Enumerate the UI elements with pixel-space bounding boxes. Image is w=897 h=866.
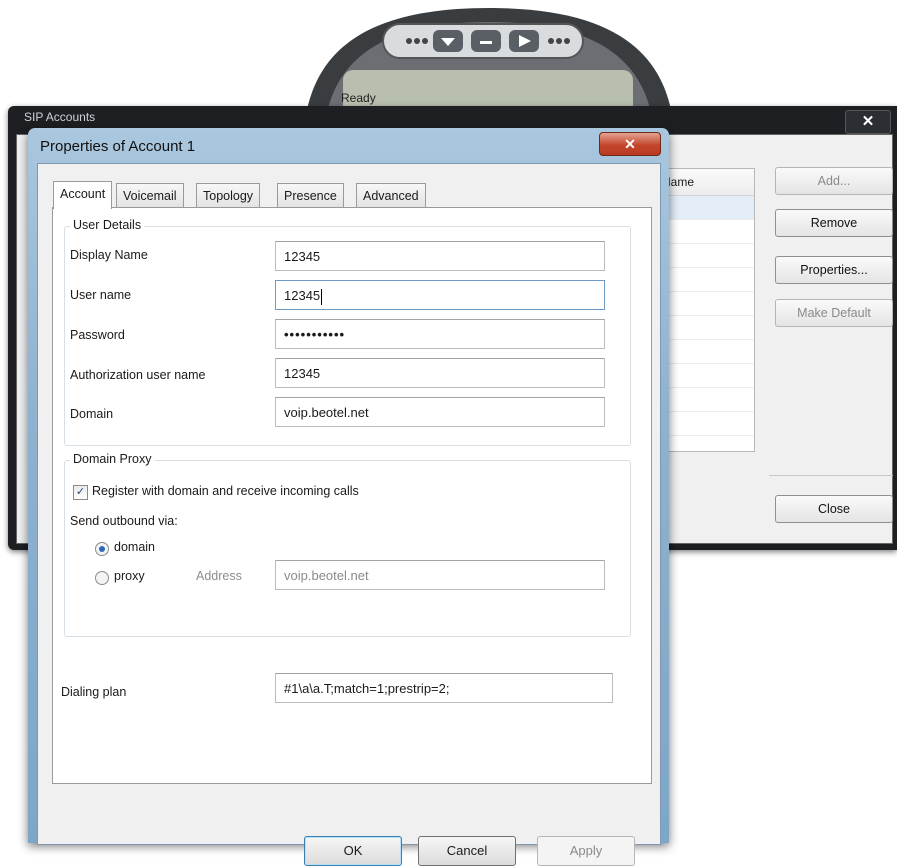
password-label: Password xyxy=(70,328,125,342)
dialog-title: Properties of Account 1 xyxy=(40,138,196,155)
auth-user-label: Authorization user name xyxy=(70,368,206,382)
domain-radio-label[interactable]: domain xyxy=(114,540,155,554)
user-details-label: User Details xyxy=(70,218,145,232)
domain-field[interactable]: voip.beotel.net xyxy=(275,397,605,427)
send-via-label: Send outbound via: xyxy=(70,514,178,528)
phone-button-1[interactable] xyxy=(433,30,463,52)
user-name-label: User name xyxy=(70,288,132,302)
text-caret xyxy=(321,288,323,305)
phone-button-2[interactable] xyxy=(471,30,501,52)
account-tab-panel: User Details Display Name 12345 User nam… xyxy=(52,207,652,784)
phone-button-3[interactable] xyxy=(509,30,539,52)
dialog-client: Account Voicemail Topology Presence Adva… xyxy=(37,163,661,866)
proxy-radio-label[interactable]: proxy xyxy=(114,569,145,583)
display-name-field[interactable]: 12345 xyxy=(275,241,605,271)
tab-presence[interactable]: Presence xyxy=(277,183,344,208)
tab-account[interactable]: Account xyxy=(53,181,113,209)
add-button[interactable]: Add... xyxy=(775,167,893,195)
properties-button[interactable]: Properties... xyxy=(775,256,893,284)
dialing-plan-label: Dialing plan xyxy=(61,685,127,699)
proxy-radio[interactable] xyxy=(95,571,109,585)
domain-label: Domain xyxy=(70,407,114,421)
close-button[interactable]: Close xyxy=(775,495,893,523)
register-label[interactable]: Register with domain and receive incomin… xyxy=(92,484,359,498)
domain-proxy-label: Domain Proxy xyxy=(70,452,155,466)
address-field[interactable]: voip.beotel.net xyxy=(275,560,605,590)
account-properties-dialog: Properties of Account 1 ✕ Account Voicem… xyxy=(28,128,669,866)
user-name-field[interactable]: 12345 xyxy=(275,280,605,310)
register-checkbox[interactable]: ✓ xyxy=(73,485,88,500)
dialing-plan-field[interactable]: #1\a\a.T;match=1;prestrip=2; xyxy=(275,673,613,703)
user-name-value: 12345 xyxy=(284,288,321,303)
auth-user-field[interactable]: 12345 xyxy=(275,358,605,388)
address-label: Address xyxy=(196,569,242,583)
phone-status: Ready xyxy=(341,91,376,105)
tab-topology[interactable]: Topology xyxy=(196,183,261,208)
tab-advanced[interactable]: Advanced xyxy=(356,183,426,208)
remove-button[interactable]: Remove xyxy=(775,209,893,237)
tab-voicemail[interactable]: Voicemail xyxy=(116,183,184,208)
sip-accounts-title: SIP Accounts xyxy=(24,110,96,124)
close-icon[interactable]: ✕ xyxy=(599,132,661,156)
cancel-button[interactable]: Cancel xyxy=(418,836,516,866)
domain-radio[interactable] xyxy=(95,542,109,556)
password-field[interactable]: ••••••••••• xyxy=(275,319,605,349)
display-name-label: Display Name xyxy=(70,248,148,262)
apply-button[interactable]: Apply xyxy=(537,836,635,866)
make-default-button[interactable]: Make Default xyxy=(775,299,893,327)
sip-close-icon[interactable]: ✕ xyxy=(845,110,891,134)
divider xyxy=(769,475,893,476)
ok-button[interactable]: OK xyxy=(304,836,402,866)
